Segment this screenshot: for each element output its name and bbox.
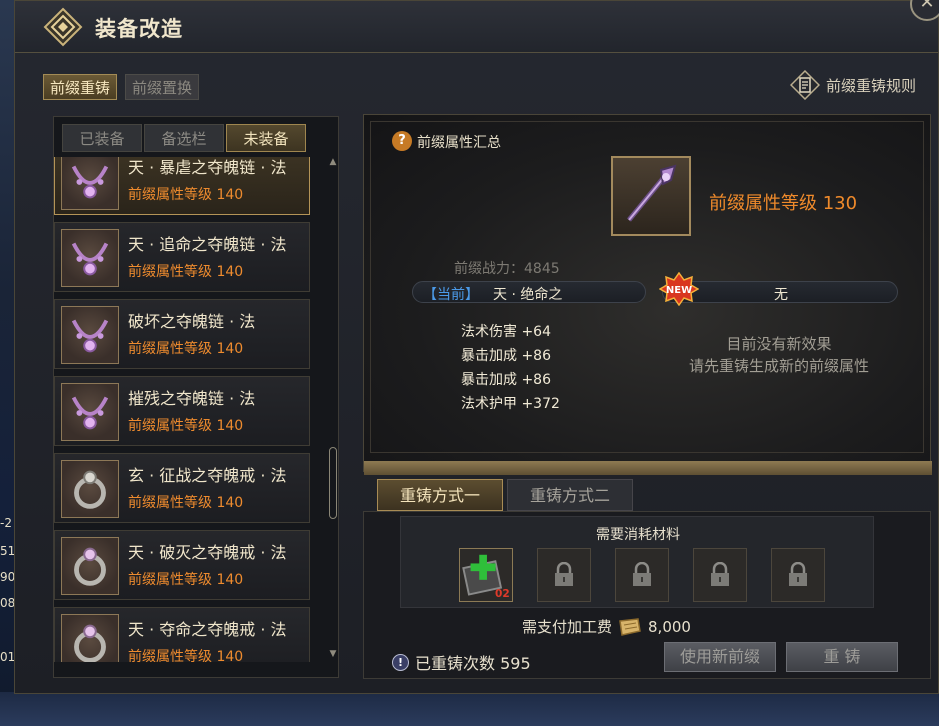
material-slot-locked bbox=[615, 548, 669, 602]
item-prefix-level: 前缀属性等级 140 bbox=[128, 649, 244, 662]
side-number: 51 bbox=[0, 544, 16, 558]
item-name: 天 · 夺命之夺魄戒 · 法 bbox=[128, 620, 287, 639]
material-count: 02 bbox=[495, 588, 510, 600]
summary-title: 前缀属性汇总 bbox=[417, 135, 501, 151]
item-name: 破坏之夺魄链 · 法 bbox=[128, 312, 256, 331]
info-icon: ! bbox=[392, 653, 409, 671]
close-icon: ✕ bbox=[919, 0, 935, 13]
necklace-icon bbox=[61, 383, 119, 441]
side-number: 90 bbox=[0, 570, 16, 584]
reforge-count-text: 已重铸次数 595 bbox=[415, 654, 531, 673]
list-item[interactable]: 破坏之夺魄链 · 法 前缀属性等级 140 bbox=[54, 299, 310, 369]
necklace-icon bbox=[61, 157, 119, 210]
add-material-icon: 02 bbox=[462, 554, 510, 600]
title-bar: 装备改造 bbox=[15, 1, 938, 53]
no-effect-line: 目前没有新效果 bbox=[726, 335, 832, 353]
item-name: 天 · 暴虐之夺魄链 · 法 bbox=[128, 158, 287, 177]
item-name: 摧残之夺魄链 · 法 bbox=[128, 389, 256, 408]
list-item[interactable]: 天 · 追命之夺魄链 · 法 前缀属性等级 140 bbox=[54, 222, 310, 292]
item-prefix-level: 前缀属性等级 140 bbox=[128, 418, 244, 434]
gold-ticket-icon bbox=[619, 617, 641, 636]
no-effect-hint: 请先重铸生成新的前缀属性 bbox=[688, 357, 869, 375]
material-slot-locked bbox=[771, 548, 825, 602]
processing-fee: 需支付加工费 8,000 bbox=[522, 616, 691, 637]
window-title: 装备改造 bbox=[95, 17, 183, 41]
stat-line: 暴击加成 +86 bbox=[461, 348, 551, 364]
ring-icon bbox=[61, 537, 119, 595]
list-item[interactable]: 天 · 暴虐之夺魄链 · 法 前缀属性等级 140 bbox=[54, 157, 310, 215]
item-name: 天 · 破灭之夺魄戒 · 法 bbox=[128, 543, 287, 562]
item-prefix-level: 前缀属性等级 140 bbox=[128, 572, 244, 588]
weapon-icon bbox=[611, 156, 691, 236]
diamond-emblem-icon bbox=[43, 7, 83, 47]
new-prefix-bar: NEW 无 bbox=[659, 272, 898, 306]
necklace-icon bbox=[61, 306, 119, 364]
subtab-equipped[interactable]: 已装备 bbox=[62, 124, 142, 152]
necklace-icon bbox=[61, 229, 119, 287]
subtab-backup[interactable]: 备选栏 bbox=[144, 124, 224, 152]
equipment-modify-window: 装备改造 ✕ 前缀重铸 前缀置换 前缀重铸规则 已装备 备选栏 未装备 天 · … bbox=[14, 0, 939, 694]
materials-box: 需要消耗材料 02 bbox=[400, 516, 874, 608]
fee-amount: 8,000 bbox=[648, 617, 691, 636]
material-slot-locked bbox=[693, 548, 747, 602]
use-new-prefix-button[interactable]: 使用新前缀 bbox=[664, 642, 776, 672]
subtab-unequipped[interactable]: 未装备 bbox=[226, 124, 306, 152]
stat-line: 暴击加成 +86 bbox=[461, 372, 551, 388]
scroll-thumb[interactable] bbox=[329, 447, 337, 519]
panel-gold-trim bbox=[364, 461, 932, 475]
help-icon[interactable]: ? bbox=[392, 131, 412, 151]
side-number: 08 bbox=[0, 596, 16, 610]
reforge-cost-panel: 需要消耗材料 02 需支付加工费 8,000 ! 已重铸次数 595 使用新前缀… bbox=[363, 511, 931, 679]
game-background-bottom bbox=[0, 692, 939, 726]
current-prefix-name: 天 · 绝命之 bbox=[493, 287, 563, 303]
stat-list: 法术伤害 +64 暴击加成 +86 暴击加成 +86 法术护甲 +372 bbox=[461, 321, 560, 417]
list-scrollbar[interactable]: ▲ ▼ bbox=[328, 157, 338, 662]
item-prefix-level: 前缀属性等级 140 bbox=[128, 341, 244, 357]
materials-title: 需要消耗材料 bbox=[596, 527, 680, 543]
item-name: 玄 · 征战之夺魄戒 · 法 bbox=[128, 466, 287, 485]
reforge-button[interactable]: 重 铸 bbox=[786, 642, 898, 672]
new-prefix-value: 无 bbox=[774, 287, 788, 303]
current-prefix-bar: 【当前】 天 · 绝命之 bbox=[412, 281, 646, 303]
item-name: 天 · 追命之夺魄链 · 法 bbox=[128, 235, 287, 254]
material-slot-locked bbox=[537, 548, 591, 602]
no-new-effect-message: 目前没有新效果 请先重铸生成新的前缀属性 bbox=[654, 333, 904, 377]
reforge-count: ! 已重铸次数 595 bbox=[392, 650, 531, 674]
item-prefix-level: 前缀属性等级 140 bbox=[128, 264, 244, 280]
fee-label: 需支付加工费 bbox=[522, 618, 613, 636]
tab-prefix-swap[interactable]: 前缀置换 bbox=[125, 74, 200, 100]
lock-icon bbox=[789, 562, 807, 586]
list-item[interactable]: 天 · 破灭之夺魄戒 · 法 前缀属性等级 140 bbox=[54, 530, 310, 600]
side-number: -2 bbox=[0, 516, 12, 530]
current-tag: 【当前】 bbox=[423, 287, 479, 303]
prefix-summary-panel: ? 前缀属性汇总 前缀属性等级 130 前缀战力：4845 【当前】 天 · 绝… bbox=[363, 114, 932, 475]
scroll-down-icon[interactable]: ▼ bbox=[328, 649, 338, 659]
item-prefix-level: 前缀属性等级 140 bbox=[128, 187, 244, 203]
prefix-attribute-level: 前缀属性等级 130 bbox=[709, 193, 858, 214]
stat-line: 法术护甲 +372 bbox=[461, 396, 560, 412]
rules-link-label: 前缀重铸规则 bbox=[826, 76, 917, 95]
equipment-list: 天 · 暴虐之夺魄链 · 法 前缀属性等级 140 天 · 追命之夺魄链 · 法… bbox=[54, 157, 338, 662]
tab-reforge-method-2[interactable]: 重铸方式二 bbox=[507, 479, 633, 511]
item-prefix-level: 前缀属性等级 140 bbox=[128, 495, 244, 511]
tab-reforge-method-1[interactable]: 重铸方式一 bbox=[377, 479, 503, 511]
lock-icon bbox=[633, 562, 651, 586]
prefix-reforge-rules-link[interactable]: 前缀重铸规则 bbox=[790, 69, 916, 101]
side-number: 01 bbox=[0, 650, 16, 664]
stat-line: 法术伤害 +64 bbox=[461, 324, 551, 340]
material-slot-add[interactable]: 02 bbox=[459, 548, 513, 602]
tab-prefix-reforge[interactable]: 前缀重铸 bbox=[43, 74, 118, 100]
ring-icon bbox=[61, 460, 119, 518]
list-item[interactable]: 玄 · 征战之夺魄戒 · 法 前缀属性等级 140 bbox=[54, 453, 310, 523]
ring-icon bbox=[61, 614, 119, 662]
scroll-up-icon[interactable]: ▲ bbox=[328, 157, 338, 167]
equipment-list-panel: 已装备 备选栏 未装备 天 · 暴虐之夺魄链 · 法 前缀属性等级 140 天 … bbox=[53, 116, 339, 678]
list-item[interactable]: 摧残之夺魄链 · 法 前缀属性等级 140 bbox=[54, 376, 310, 446]
lock-icon bbox=[555, 562, 573, 586]
lock-icon bbox=[711, 562, 729, 586]
list-item[interactable]: 天 · 夺命之夺魄戒 · 法 前缀属性等级 140 bbox=[54, 607, 310, 662]
rules-document-icon bbox=[790, 70, 820, 100]
prefix-power: 前缀战力：4845 bbox=[454, 261, 560, 277]
